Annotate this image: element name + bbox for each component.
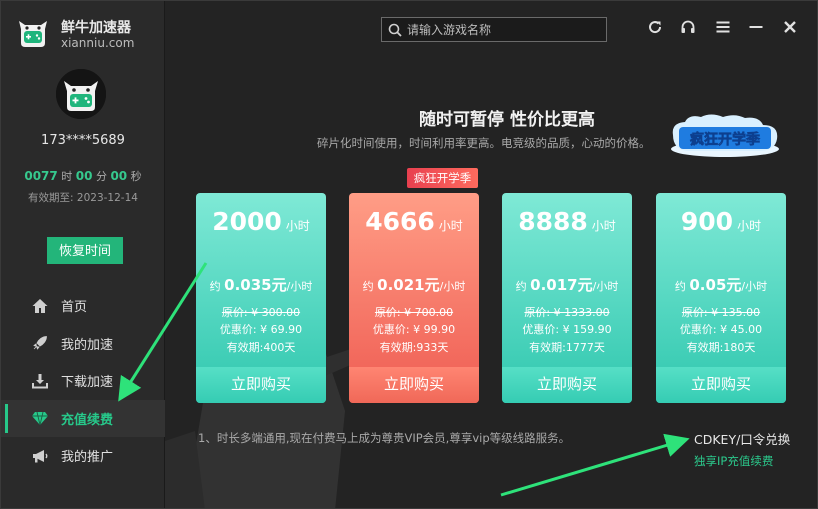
cdkey-redeem-link[interactable]: CDKEY/口令兑换: [694, 429, 790, 448]
support-button[interactable]: [677, 16, 699, 38]
plan-card-900[interactable]: 900 小时 约 0.05元/小时 原价: ¥ 135.00 优惠价: ¥ 45.…: [656, 193, 786, 403]
buy-now-button[interactable]: 立即购买: [349, 367, 479, 403]
refresh-icon: [649, 21, 662, 34]
plan-discount-price: 优惠价: ¥ 45.00: [679, 323, 763, 336]
plan-validity: 有效期:933天: [379, 341, 449, 354]
sidebar-item-home[interactable]: 首页: [1, 287, 165, 325]
sidebar-item-label: 我的推广: [61, 450, 114, 466]
plan-card-4666[interactable]: 4666 小时 约 0.021元/小时 原价: ¥ 700.00 优惠价: ¥ 9…: [349, 193, 479, 403]
sidebar-item-label: 下载加速: [61, 375, 114, 391]
sidebar-item-download-boost[interactable]: 下载加速: [1, 362, 165, 400]
badge-text: 疯狂开学季: [690, 131, 760, 148]
headset-icon: [681, 20, 695, 33]
download-icon: [31, 372, 49, 390]
buy-now-button[interactable]: 立即购买: [502, 367, 632, 403]
sidebar-item-label: 我的加速: [61, 337, 114, 353]
exclusive-ip-recharge-link[interactable]: 独享IP充值续费: [694, 453, 773, 469]
sidebar-item-recharge[interactable]: 充值续费: [1, 399, 165, 437]
brand-logo-icon: [19, 21, 47, 47]
promo-subline: 碎片化时间使用，时间利用率更高。电竞级的品质，心动的价格。: [317, 136, 651, 150]
sidebar-item-my-promotion[interactable]: 我的推广: [1, 437, 165, 475]
expiry-date: 有效期至: 2023-12-14: [28, 192, 138, 204]
plan-validity: 有效期:180天: [686, 341, 756, 354]
plan-validity: 有效期:400天: [226, 341, 296, 354]
plan-rate: 约 0.035元/小时: [209, 276, 313, 294]
plan-discount-price: 优惠价: ¥ 69.90: [219, 323, 303, 336]
restore-time-button[interactable]: 恢复时间: [47, 237, 123, 264]
sidebar-item-my-boost[interactable]: 我的加速: [1, 325, 165, 363]
menu-button[interactable]: [712, 16, 734, 38]
plan-card-8888[interactable]: 8888 小时 约 0.017元/小时 原价: ¥ 1333.00 优惠价: ¥ …: [502, 193, 632, 403]
diamond-icon: [31, 409, 49, 427]
sidebar-item-label: 首页: [61, 300, 88, 316]
search-icon: [388, 23, 402, 37]
plan-rate: 约 0.05元/小时: [674, 276, 768, 294]
sidebar: 鲜牛加速器 xianniu.com 173****5689 0077 时 00 …: [1, 1, 165, 508]
brand-url: xianniu.com: [61, 36, 135, 50]
rocket-icon: [31, 334, 49, 352]
close-icon: [784, 21, 796, 33]
main-panel: 随时可暂停 性价比更高 碎片化时间使用，时间利用率更高。电竞级的品质，心动的价格…: [165, 1, 817, 508]
buy-now-button[interactable]: 立即购买: [196, 367, 326, 403]
hot-tag: 疯狂开学季: [407, 168, 478, 188]
plan-card-2000[interactable]: 2000 小时 约 0.035元/小时 原价: ¥ 300.00 优惠价: ¥ 6…: [196, 193, 326, 403]
plan-original-price: 原价: ¥ 135.00: [681, 306, 761, 319]
refresh-button[interactable]: [644, 16, 666, 38]
menu-icon: [716, 21, 730, 33]
avatar-cow-icon: [56, 69, 106, 119]
brand-name: 鲜牛加速器: [61, 20, 131, 36]
minimize-button[interactable]: [745, 16, 767, 38]
plan-original-price: 原价: ¥ 700.00: [374, 306, 454, 319]
plan-hours: 900 小时: [680, 207, 762, 236]
plan-rate: 约 0.021元/小时: [362, 276, 466, 294]
user-phone: 173****5689: [41, 133, 125, 148]
footer-note: 1、时长多端通用,现在付费马上成为尊贵VIP会员,尊享vip等级线路服务。: [198, 431, 571, 445]
avatar[interactable]: [56, 69, 106, 119]
plan-hours: 4666 小时: [365, 207, 463, 236]
app-window: 鲜牛加速器 xianniu.com 173****5689 0077 时 00 …: [0, 0, 818, 509]
minimize-icon: [749, 26, 763, 28]
plan-discount-price: 优惠价: ¥ 99.90: [372, 323, 456, 336]
plan-original-price: 原价: ¥ 300.00: [221, 306, 301, 319]
sidebar-item-label: 充值续费: [61, 412, 114, 428]
time-remaining: 0077 时 00 分 00 秒: [24, 169, 142, 183]
sidebar-nav: 首页 我的加速 下载加速 充值续费 我的推广: [1, 287, 165, 475]
plan-original-price: 原价: ¥ 1333.00: [524, 306, 610, 319]
plan-discount-price: 优惠价: ¥ 159.90: [522, 323, 612, 336]
plan-hours: 2000 小时: [212, 207, 310, 236]
plan-hours: 8888 小时: [518, 207, 616, 236]
home-icon: [31, 297, 49, 315]
plan-rate: 约 0.017元/小时: [515, 276, 619, 294]
megaphone-icon: [31, 447, 49, 465]
buy-now-button[interactable]: 立即购买: [656, 367, 786, 403]
game-search-box[interactable]: [381, 17, 607, 42]
plan-validity: 有效期:1777天: [529, 341, 605, 354]
close-button[interactable]: [779, 16, 801, 38]
search-input[interactable]: [407, 22, 597, 37]
back-to-school-badge: 疯狂开学季: [671, 114, 779, 157]
